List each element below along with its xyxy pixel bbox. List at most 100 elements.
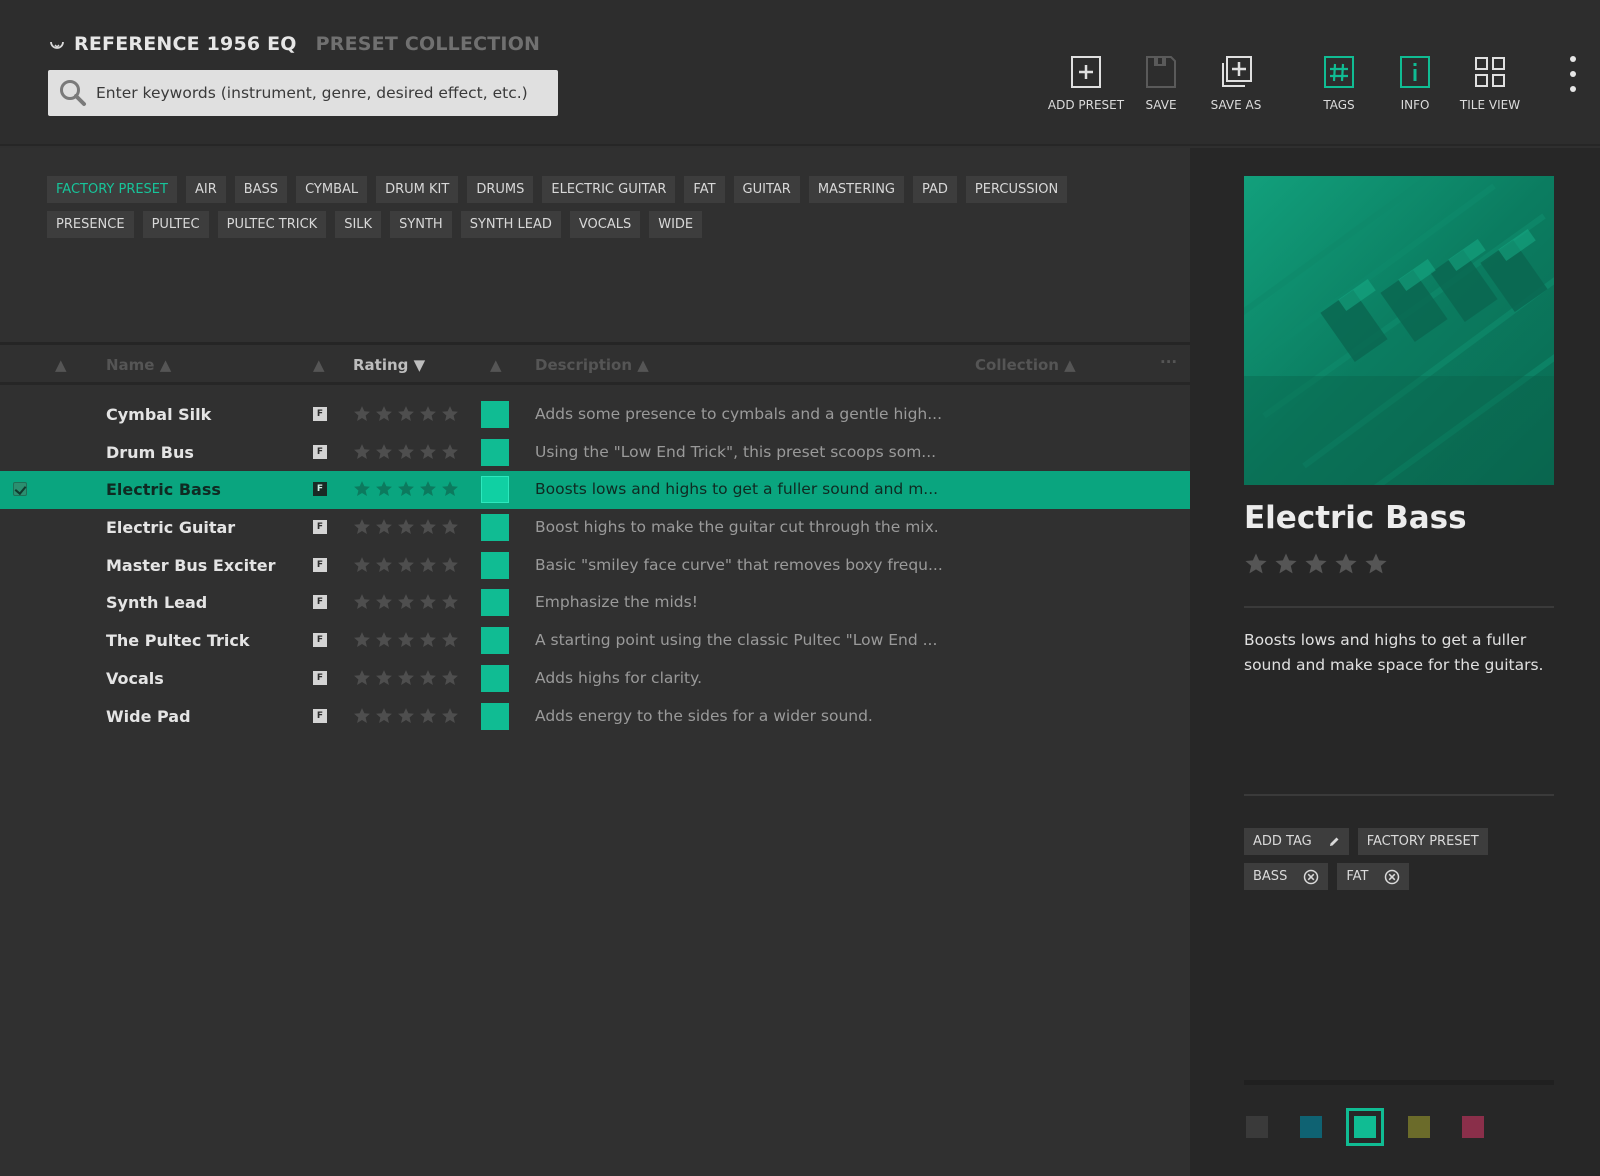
color-swatch[interactable] [481,702,509,730]
color-swatch[interactable] [481,401,509,428]
star-icon[interactable] [397,443,419,465]
star-icon[interactable] [419,518,441,540]
collapse-icon[interactable] [48,35,66,53]
preset-rating[interactable] [1244,552,1394,580]
tag-filter-synth[interactable]: SYNTH [390,211,452,238]
rating-stars[interactable] [353,480,463,502]
rating-stars[interactable] [353,405,463,427]
star-icon[interactable] [353,593,375,615]
remove-tag-icon[interactable] [1384,869,1400,885]
tag-bass[interactable]: BASS [1244,863,1329,890]
remove-tag-icon[interactable] [1303,869,1319,885]
star-icon[interactable] [397,707,419,729]
add-tag-button[interactable]: ADD TAG [1244,828,1349,855]
preset-row[interactable]: Vocals F Adds highs for clarity. [0,660,1190,698]
tag-filter-synth-lead[interactable]: SYNTH LEAD [460,211,561,238]
preset-row[interactable]: Wide Pad F Adds energy to the sides for a … [0,698,1190,736]
rating-stars[interactable] [353,631,463,653]
star-icon[interactable] [441,556,463,578]
tag-filter-presence[interactable]: PRESENCE [47,211,134,238]
star-icon[interactable] [441,593,463,615]
tag-filter-vocals[interactable]: VOCALS [569,211,641,238]
star-icon[interactable] [353,480,375,502]
preset-row[interactable]: Electric Bass F Boosts lows and highs to g… [0,471,1190,510]
star-icon[interactable] [1274,552,1304,580]
color-swatch[interactable] [481,664,509,692]
rating-stars[interactable] [353,518,463,540]
tag-filter-electric-guitar[interactable]: ELECTRIC GUITAR [542,176,676,203]
star-icon[interactable] [375,443,397,465]
star-icon[interactable] [397,518,419,540]
star-icon[interactable] [441,405,463,427]
star-icon[interactable] [441,631,463,653]
collection-column-header[interactable]: Collection ▲ [975,356,1076,374]
star-icon[interactable] [353,405,375,427]
star-icon[interactable] [375,593,397,615]
tag-filter-pad[interactable]: PAD [913,176,957,203]
tag-filter-percussion[interactable]: PERCUSSION [965,176,1068,203]
tag-filter-bass[interactable]: BASS [234,176,288,203]
rating-column-header[interactable]: Rating ▼ [353,356,425,374]
sort-color-header[interactable]: ▲ [490,356,502,374]
rating-stars[interactable] [353,556,463,578]
tag-filter-factory-preset[interactable]: FACTORY PRESET [47,176,177,203]
color-option[interactable] [1246,1116,1268,1138]
star-icon[interactable] [375,518,397,540]
star-icon[interactable] [441,480,463,502]
tag-filter-guitar[interactable]: GUITAR [733,176,800,203]
save-as-button[interactable]: SAVE AS [1191,54,1281,112]
star-icon[interactable] [419,443,441,465]
tag-filter-cymbal[interactable]: CYMBAL [296,176,368,203]
rating-stars[interactable] [353,669,463,691]
star-icon[interactable] [419,480,441,502]
tag-filter-silk[interactable]: SILK [335,211,382,238]
color-option[interactable] [1346,1108,1384,1146]
star-icon[interactable] [353,443,375,465]
tag-filter-wide[interactable]: WIDE [649,211,703,238]
preset-row[interactable]: Cymbal Silk F Adds some presence to cymbal… [0,396,1190,434]
more-menu-icon[interactable] [1568,56,1578,92]
star-icon[interactable] [353,518,375,540]
star-icon[interactable] [397,556,419,578]
star-icon[interactable] [353,556,375,578]
tag-filter-mastering[interactable]: MASTERING [808,176,904,203]
star-icon[interactable] [397,631,419,653]
tile-view-button[interactable]: TILE VIEW [1445,54,1535,112]
rating-stars[interactable] [353,443,463,465]
tag-filter-drums[interactable]: DRUMS [467,176,534,203]
star-icon[interactable] [397,669,419,691]
star-icon[interactable] [1304,552,1334,580]
star-icon[interactable] [397,405,419,427]
preset-row[interactable]: The Pultec Trick F A starting point using … [0,622,1190,660]
preset-row[interactable]: Master Bus Exciter F Basic "smiley face cu… [0,547,1190,585]
star-icon[interactable] [419,707,441,729]
checkbox-icon[interactable] [13,482,27,497]
color-swatch[interactable] [481,589,509,617]
rating-stars[interactable] [353,593,463,615]
search-box[interactable] [48,70,558,116]
star-icon[interactable] [419,669,441,691]
preset-row[interactable]: Drum Bus F Using the "Low End Trick", this… [0,434,1190,472]
star-icon[interactable] [1364,552,1394,580]
star-icon[interactable] [441,518,463,540]
tag-filter-fat[interactable]: FAT [684,176,725,203]
tag-filter-drum-kit[interactable]: DRUM KIT [376,176,459,203]
star-icon[interactable] [375,556,397,578]
star-icon[interactable] [375,631,397,653]
rating-stars[interactable] [353,707,463,729]
star-icon[interactable] [375,669,397,691]
color-swatch[interactable] [481,514,509,542]
star-icon[interactable] [419,405,441,427]
description-column-header[interactable]: Description ▲ [535,356,649,374]
tag-filter-pultec-trick[interactable]: PULTEC TRICK [217,211,327,238]
star-icon[interactable] [419,631,441,653]
color-swatch[interactable] [481,438,509,466]
color-swatch[interactable] [481,627,509,655]
column-options-icon[interactable]: ··· [1160,353,1177,371]
star-icon[interactable] [419,556,441,578]
tag-factory-preset[interactable]: FACTORY PRESET [1357,828,1488,855]
star-icon[interactable] [397,593,419,615]
preset-row[interactable]: Synth Lead F Emphasize the mids! [0,584,1190,622]
tag-fat[interactable]: FAT [1337,863,1410,890]
tag-filter-pultec[interactable]: PULTEC [142,211,209,238]
